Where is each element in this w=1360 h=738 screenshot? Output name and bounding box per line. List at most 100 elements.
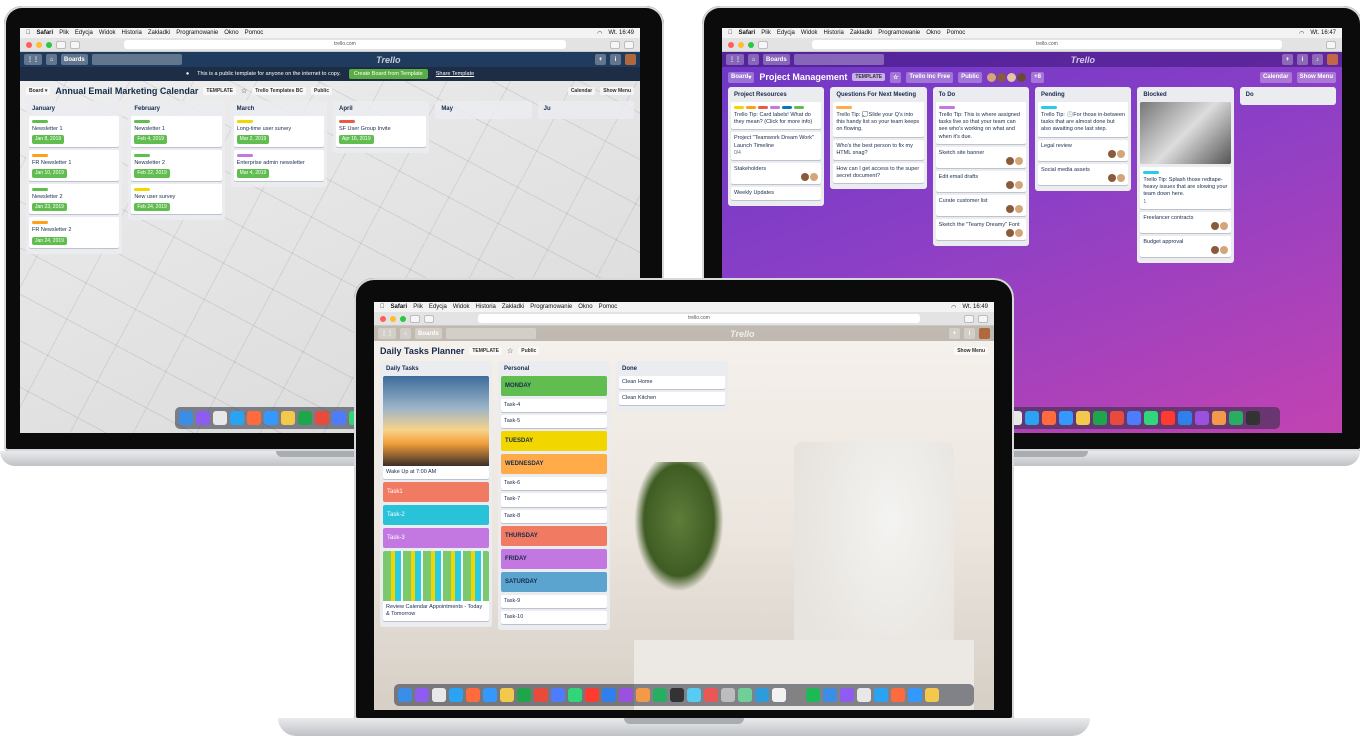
menu-pomoc[interactable]: Pomoc [947,30,966,36]
member-avatars[interactable] [987,72,1027,82]
show-menu-button[interactable]: Show Menu [1296,71,1336,83]
menu-edycja[interactable]: Edycja [75,30,93,36]
menu-app[interactable]: Safari [391,304,408,310]
menu-zakladki[interactable]: Zakładki [502,304,524,310]
info-icon[interactable]: i [1297,54,1308,65]
back-forward-button[interactable] [410,314,420,323]
card[interactable]: Newsletter 1 Jan 8, 2019 [29,116,120,147]
bell-icon[interactable]: ♪ [1312,54,1323,65]
address-bar[interactable]: trello.com [478,314,920,323]
address-bar[interactable]: trello.com [124,40,566,49]
apple-icon[interactable]:  [380,304,385,310]
card[interactable]: Stakeholders [731,162,822,184]
list-title[interactable]: Done [619,364,725,376]
star-icon[interactable]: ☆ [889,71,902,83]
due-date-badge[interactable]: Jan 10, 2019 [32,169,67,178]
card[interactable]: New user survey Feb 24, 2019 [131,183,222,215]
member-avatar[interactable] [1219,221,1228,230]
menu-plik[interactable]: Plik [413,304,423,310]
card-members[interactable] [1041,173,1126,182]
menu-okno[interactable]: Okno [224,30,238,36]
card[interactable]: Task-4 [501,399,607,413]
visibility-button[interactable]: Public [518,347,540,355]
due-date-badge[interactable]: Apr 16, 2019 [338,135,374,144]
star-icon[interactable]: ☆ [507,347,513,355]
info-icon[interactable]: i [610,54,621,65]
menu-app[interactable]: Safari [37,30,54,36]
dock-app-icon[interactable] [755,688,769,702]
show-menu-button[interactable]: Show Menu [954,347,988,355]
team-button[interactable]: Trello Inc Free [906,71,954,83]
card[interactable]: Budget approval [1140,235,1231,257]
calendar-button[interactable]: Calendar [567,87,596,95]
image-card[interactable]: Review Calendar Appointments - Today & T… [383,551,489,622]
card[interactable]: Task-6 [501,477,607,491]
add-icon[interactable]: + [1282,54,1293,65]
back-forward-button[interactable] [758,40,768,49]
menu-historia[interactable]: Historia [824,30,844,36]
dock-app-icon[interactable] [1212,411,1226,425]
close-window-icon[interactable] [728,41,734,48]
member-avatar[interactable] [1108,173,1117,182]
board-menu-button[interactable]: Board ▾ [26,87,51,95]
dock-app-icon[interactable] [687,688,701,702]
dock-app-icon[interactable] [483,688,497,702]
dock-app-icon[interactable] [1161,411,1175,425]
share-button[interactable] [610,40,620,49]
wifi-icon[interactable]: ◠ [597,30,602,37]
color-card[interactable]: TUESDAY [501,431,607,452]
card-members[interactable] [939,156,1023,165]
dock-app-icon[interactable] [196,411,210,425]
list-title[interactable]: May [438,104,528,116]
dock-app-icon[interactable] [619,688,633,702]
dock-app-icon[interactable] [1110,411,1124,425]
menu-widok[interactable]: Widok [801,30,818,36]
boards-button[interactable]: Boards [415,328,442,339]
dock-app-icon[interactable] [1127,411,1141,425]
team-button[interactable]: Trello Templates BC [252,87,306,95]
apple-icon[interactable]:  [26,30,31,36]
list-title[interactable]: Questions For Next Meeting [833,90,923,102]
zoom-window-icon[interactable] [46,41,52,48]
dock-app-icon[interactable] [891,688,905,702]
list-title[interactable]: Personal [501,364,607,376]
boards-button[interactable]: Boards [61,54,88,65]
dock-app-icon[interactable] [1229,411,1243,425]
due-date-badge[interactable]: Jan 24, 2019 [32,236,67,246]
card-members[interactable] [1143,245,1228,254]
member-avatar[interactable] [1117,173,1126,182]
card[interactable]: Newsletter 2 Feb 22, 2019 [131,149,222,181]
due-date-badge[interactable]: Feb 24, 2019 [134,202,170,212]
star-icon[interactable]: ☆ [241,87,247,95]
list-title[interactable]: Ju [541,104,631,116]
dock-app-icon[interactable] [636,688,650,702]
color-card[interactable]: Task1 [383,482,489,503]
share-button[interactable] [964,314,974,323]
dock-app-icon[interactable] [704,688,718,702]
home-icon[interactable]: ⌂ [46,54,57,65]
card[interactable]: FR Newsletter 1 Jan 10, 2019 [29,149,120,181]
card[interactable]: Task-9 [501,594,607,608]
member-avatar[interactable] [1014,180,1023,189]
menu-pomoc[interactable]: Pomoc [245,30,264,36]
due-date-badge[interactable]: Jan 8, 2019 [32,135,65,144]
member-avatar[interactable] [810,172,819,181]
member-avatar[interactable] [1005,229,1014,238]
card-members[interactable] [1143,221,1228,230]
dock-app-icon[interactable] [398,688,412,702]
wifi-icon[interactable]: ◠ [1299,30,1304,37]
card[interactable]: Task-8 [501,509,607,523]
color-card[interactable]: Task-2 [383,505,489,526]
show-menu-button[interactable]: Show Menu [600,87,634,95]
card[interactable]: Task-5 [501,415,607,429]
due-date-badge[interactable]: Mar 2, 2019 [236,135,270,144]
dock-app-icon[interactable] [1093,411,1107,425]
address-bar[interactable]: trello.com [812,40,1282,49]
calendar-button[interactable]: Calendar [1259,71,1292,83]
list-title[interactable]: February [131,104,221,116]
home-icon[interactable]: ⌂ [748,54,759,65]
boards-button[interactable]: Boards [763,54,790,65]
card[interactable]: Freelancer contracts [1140,211,1231,233]
zoom-window-icon[interactable] [748,41,754,48]
card[interactable]: Long-time user survey Mar 2, 2019 [233,116,324,147]
